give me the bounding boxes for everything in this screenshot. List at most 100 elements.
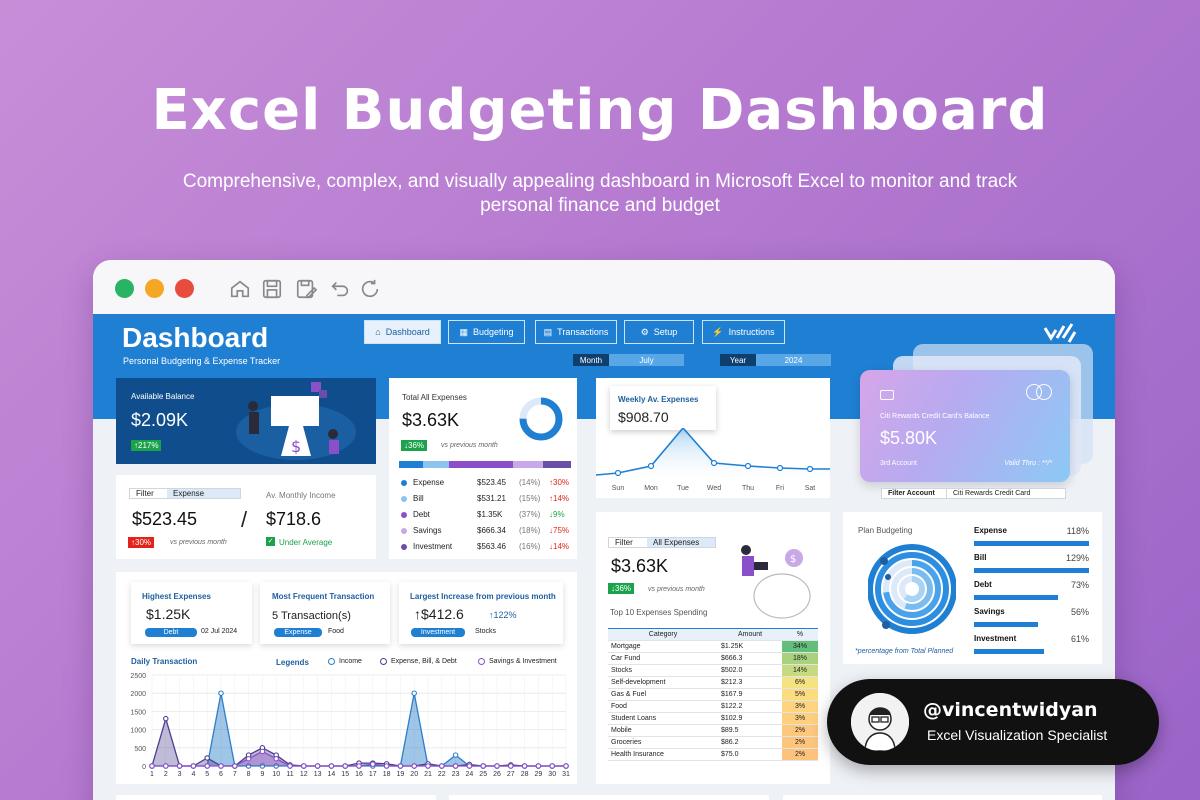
x-tick-label: 30 xyxy=(548,771,556,778)
minimize-dot[interactable] xyxy=(145,279,164,298)
data-point xyxy=(494,763,500,769)
bottom-card-right xyxy=(783,795,1102,800)
data-point xyxy=(452,763,459,769)
daily-title: Daily Transaction xyxy=(131,657,198,666)
legend-income: Income xyxy=(328,658,362,665)
plan-progress-bar xyxy=(974,649,1045,654)
x-tick-label: 29 xyxy=(535,771,543,778)
plan-progress-bar xyxy=(974,622,1039,627)
expense-filter[interactable]: Filter Expense xyxy=(129,488,241,499)
plan-budgeting-card: Plan Budgeting *percentage from Total Pl… xyxy=(843,512,1102,664)
avg-income-status: Under Average xyxy=(279,538,333,547)
tab-instructions[interactable]: ⚡ Instructions xyxy=(702,320,785,344)
document-icon: ▤ xyxy=(543,326,553,337)
pulse-icon: ⚡ xyxy=(712,326,724,337)
data-point xyxy=(245,755,252,762)
laptop-illustration-icon: $ xyxy=(236,382,356,460)
close-dot[interactable] xyxy=(115,279,134,298)
x-tick-label: 2 xyxy=(164,771,168,778)
table-row: Stocks $502.0 14% xyxy=(608,664,818,677)
x-tick-label: 16 xyxy=(355,771,363,778)
legend-dot xyxy=(401,527,407,534)
plan-row-investment: Investment 61% xyxy=(974,634,1089,654)
maximize-dot[interactable] xyxy=(175,279,194,298)
data-point xyxy=(397,763,404,769)
total-expenses-donut xyxy=(519,397,563,441)
weekday-label: Sat xyxy=(804,485,816,492)
x-tick-label: 12 xyxy=(300,771,308,778)
data-point xyxy=(480,763,486,769)
tab-setup[interactable]: ⚙ Setup xyxy=(624,320,694,344)
x-tick-label: 9 xyxy=(260,771,264,778)
increase-extra: Stocks xyxy=(475,628,497,635)
x-tick-label: 26 xyxy=(493,771,501,778)
plan-row-bill: Bill 129% xyxy=(974,553,1089,573)
refresh-icon[interactable] xyxy=(359,278,381,300)
grid-icon: ▦ xyxy=(459,326,468,337)
card-balance: $5.80K xyxy=(880,428,938,448)
expense-value: $523.45 xyxy=(132,509,198,529)
avatar xyxy=(851,693,909,751)
table-row: Groceries $86.2 2% xyxy=(608,736,818,749)
available-balance-card: Available Balance $2.09K ↑217% $ xyxy=(116,378,376,464)
tab-budgeting[interactable]: ▦ Budgeting xyxy=(448,320,525,344)
top10-filter[interactable]: Filter All Expenses xyxy=(608,537,716,548)
x-tick-label: 6 xyxy=(219,771,223,778)
x-tick-label: 10 xyxy=(272,771,280,778)
data-point xyxy=(314,763,321,769)
undo-icon[interactable] xyxy=(329,278,351,300)
y-tick-label: 0 xyxy=(142,764,146,771)
x-tick-label: 17 xyxy=(369,771,377,778)
data-point xyxy=(535,763,542,769)
plan-progress-bar xyxy=(974,541,1089,546)
tab-transactions[interactable]: ▤ Transactions xyxy=(535,320,617,344)
data-point xyxy=(149,763,155,769)
legend-expense: Expense, Bill, & Debt xyxy=(380,658,457,665)
y-tick-label: 1000 xyxy=(130,728,146,735)
x-tick-label: 21 xyxy=(424,771,432,778)
card-brand-icon xyxy=(1026,384,1054,400)
legend-savings: Savings & Investment xyxy=(478,658,557,665)
data-point xyxy=(232,763,238,769)
frequent-value: 5 Transaction(s) xyxy=(272,610,351,622)
edit-save-icon[interactable] xyxy=(295,278,318,300)
balance-value: $2.09K xyxy=(131,410,189,430)
save-icon[interactable] xyxy=(261,278,283,300)
profile-badge[interactable]: @vincentwidyan Excel Visualization Speci… xyxy=(827,679,1159,765)
credit-card[interactable]: Citi Rewards Credit Card's Balance $5.80… xyxy=(860,370,1070,482)
frequent-extra: Food xyxy=(328,628,344,635)
account-filter[interactable]: Filter Account Citi Rewards Credit Card xyxy=(881,488,1066,499)
daily-transaction-chart: 050010001500200025001 2 3 4 5 6 7 8 9 10 11 12 13 14 1… xyxy=(130,673,570,778)
month-select[interactable]: July xyxy=(609,354,684,366)
x-tick-label: 19 xyxy=(397,771,405,778)
tab-dashboard[interactable]: ⌂ Dashboard xyxy=(364,320,441,344)
col-amount: Amount xyxy=(718,628,782,641)
dashboard-title: Dashboard xyxy=(122,322,269,353)
total-expenses-card: Total All Expenses $3.63K ↓36% vs previo… xyxy=(389,378,577,559)
weekly-tooltip: Weekly Av. Expenses $908.70 xyxy=(610,386,716,430)
table-row: Food $122.2 3% xyxy=(608,700,818,713)
piggy-bank-icon: $ xyxy=(741,545,811,619)
weekday-label: Tue xyxy=(677,485,689,492)
weekday-label: Sun xyxy=(611,485,625,492)
weekday-label: Fri xyxy=(775,485,785,492)
data-point xyxy=(563,763,569,769)
increase-value: ↑$412.6 xyxy=(414,606,464,622)
data-point xyxy=(521,763,528,769)
x-tick-label: 24 xyxy=(466,771,474,778)
legend-dot xyxy=(401,511,407,518)
table-row: Car Fund $666.3 18% xyxy=(608,652,818,665)
data-point xyxy=(370,761,376,767)
year-select[interactable]: 2024 xyxy=(756,354,831,366)
top10-value: $3.63K xyxy=(611,556,669,576)
x-tick-label: 5 xyxy=(205,771,209,778)
dashboard-subtitle: Personal Budgeting & Expense Tracker xyxy=(123,356,281,366)
largest-increase-box: Largest Increase from previous month ↑$4… xyxy=(399,582,563,644)
table-row: Mobile $89.5 2% xyxy=(608,724,818,737)
x-tick-label: 11 xyxy=(286,771,293,778)
increase-change: ↑122% xyxy=(489,610,517,620)
home-icon[interactable] xyxy=(229,278,251,300)
bottom-card-mid xyxy=(449,795,769,800)
expense-row-savings: Savings $666.34 (18%) ↓75% xyxy=(401,526,571,535)
x-tick-label: 4 xyxy=(191,771,195,778)
